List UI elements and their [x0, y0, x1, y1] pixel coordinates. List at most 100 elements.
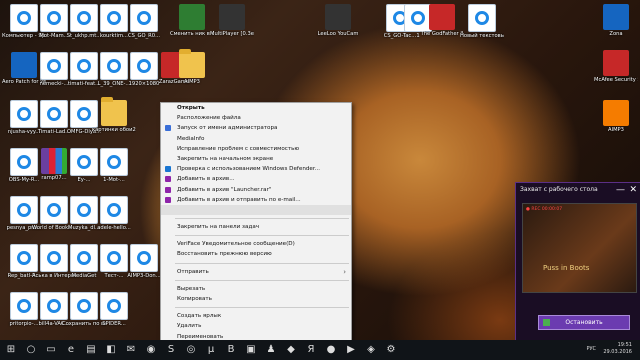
- desktop-icon[interactable]: The GodFather II: [420, 4, 464, 37]
- stop-button-label: Остановить: [565, 319, 603, 326]
- desktop-icon[interactable]: AIMP3: [170, 49, 214, 85]
- context-menu-item-label: Добавить в архив и отправить по e-mail..…: [177, 196, 301, 203]
- context-menu-item-label: Добавить в архив...: [177, 176, 235, 183]
- explorer-icon[interactable]: ▤: [84, 343, 98, 357]
- context-menu-item-label: VeriFace Уведомительное сообщение(D): [177, 241, 295, 248]
- desktop-icon[interactable]: McAfee Security Sc...: [594, 50, 638, 83]
- store-icon[interactable]: ◧: [104, 343, 118, 357]
- context-menu-item[interactable]: Восстановить прежнюю версию: [161, 249, 351, 259]
- context-menu-item[interactable]: Исправление проблем с совместимостью: [161, 144, 351, 154]
- context-menu-item[interactable]: MediaInfo: [161, 134, 351, 144]
- capture-preview: ● REC 00:00:07 Puss in Boots: [522, 203, 637, 293]
- context-menu-item-label: Закрепить на панели задач: [177, 224, 260, 231]
- context-menu-item[interactable]: Закрепить на панели задач: [161, 222, 351, 232]
- context-menu-item[interactable]: Закрепить на начальном экране: [161, 154, 351, 164]
- context-menu-item[interactable]: [161, 204, 351, 216]
- utorrent-icon[interactable]: µ: [204, 343, 218, 357]
- file-icon: [130, 244, 158, 272]
- chevron-right-icon: ›: [343, 267, 346, 276]
- menu-separator: [175, 279, 349, 281]
- desktop-icon[interactable]: AIMP3: [594, 100, 638, 133]
- app-icon[interactable]: ◆: [284, 343, 298, 357]
- skype-icon[interactable]: S: [164, 343, 178, 357]
- desktop-icon-label: SPIDER...: [102, 321, 126, 327]
- record-icon[interactable]: ●: [324, 343, 338, 357]
- mail-icon[interactable]: ✉: [124, 343, 138, 357]
- context-menu-item[interactable]: Добавить в архив "Launcher.rar": [161, 185, 351, 195]
- start-icon[interactable]: ⊞: [4, 343, 18, 357]
- menu-separator: [175, 262, 349, 264]
- yandex-icon[interactable]: Я: [304, 343, 318, 357]
- desktop-icon-label: MultiPlayer [0.3e]: [210, 31, 254, 37]
- context-menu-item-label: Вырезать: [177, 285, 206, 292]
- desktop-icon-label: AIMP3: [184, 79, 200, 85]
- context-menu-item[interactable]: Добавить в архив...: [161, 174, 351, 184]
- context-menu-item[interactable]: Отправить ›: [161, 267, 351, 277]
- context-menu-item[interactable]: Удалить: [161, 321, 351, 331]
- stop-icon: [543, 319, 550, 326]
- context-menu-item[interactable]: Вырезать: [161, 284, 351, 294]
- desktop-icon[interactable]: adele-hello...: [92, 196, 136, 231]
- context-menu-item-label: Исправление проблем с совместимостью: [177, 145, 300, 152]
- clock[interactable]: 19:51 29.03.2016: [603, 342, 632, 356]
- edge-icon[interactable]: e: [64, 343, 78, 357]
- desktop-icon[interactable]: Zona: [594, 4, 638, 37]
- minimize-icon[interactable]: —: [616, 183, 625, 197]
- context-menu-item[interactable]: Запуск от имени администратора: [161, 123, 351, 133]
- desktop-icon-label: Новый текстовый...: [460, 33, 504, 39]
- firefox-icon[interactable]: ◉: [144, 343, 158, 357]
- clock-time: 19:51: [617, 342, 632, 348]
- desktop-icon[interactable]: картинки обои2...: [92, 97, 136, 133]
- desktop-icon[interactable]: MultiPlayer [0.3e]: [210, 4, 254, 37]
- vk-icon[interactable]: В: [224, 343, 238, 357]
- desktop-icon[interactable]: LeeLoo YouCam: [316, 4, 360, 37]
- context-menu-item[interactable]: Копировать: [161, 294, 351, 304]
- search-icon[interactable]: ○: [24, 343, 38, 357]
- desktop-icon-label: 1-Mot-...: [103, 177, 125, 183]
- steam-icon[interactable]: ⚙: [384, 343, 398, 357]
- taskbar: ⊞ ○ ▭ e ▤ ◧ ✉ ◉ S ◎ µ В ▣ ♟ ◆ Я ● ▶ ◈ ⚙ …: [0, 340, 640, 360]
- folder-icon: [101, 97, 127, 126]
- archive-icon: [165, 186, 171, 193]
- desktop-icon-label: adele-hello...: [97, 225, 131, 231]
- game-icon[interactable]: ♟: [264, 343, 278, 357]
- desktop-icon-label: McAfee Security Sc...: [594, 77, 638, 83]
- context-menu-item[interactable]: VeriFace Уведомительное сообщение(D): [161, 239, 351, 249]
- context-menu-item[interactable]: Проверка с использованием Windows Defend…: [161, 164, 351, 174]
- context-menu-item[interactable]: Создать ярлык: [161, 311, 351, 321]
- context-menu-item-label: Отправить: [177, 268, 209, 275]
- task-view-icon[interactable]: ▭: [44, 343, 58, 357]
- desktop-icon-label: The GodFather II: [420, 31, 464, 37]
- context-menu-item-label: Копировать: [177, 296, 212, 302]
- context-menu-item[interactable]: Расположение файла: [161, 113, 351, 123]
- photo-icon[interactable]: ▣: [244, 343, 258, 357]
- desktop-icon[interactable]: Сменить ник в спец оне...: [170, 4, 214, 37]
- player-icon[interactable]: ▶: [344, 343, 358, 357]
- app-icon: [219, 4, 245, 30]
- context-menu-item-label: Закрепить на начальном экране: [177, 155, 274, 162]
- context-menu-item-label: Проверка с использованием Windows Defend…: [177, 166, 320, 173]
- close-icon[interactable]: ✕: [629, 183, 637, 197]
- language-indicator[interactable]: РУС: [586, 346, 596, 352]
- desktop-icon[interactable]: Новый текстовый...: [460, 4, 504, 39]
- desktop-icon[interactable]: 1-Mot-...: [92, 148, 136, 183]
- context-menu-item[interactable]: Добавить в архив и отправить по e-mail..…: [161, 195, 351, 205]
- app-icon: [603, 50, 629, 76]
- capture-window-titlebar: Захват с рабочего стола — ✕: [516, 183, 640, 197]
- chat-icon[interactable]: ◈: [364, 343, 378, 357]
- context-menu-item[interactable]: Открыть: [161, 103, 351, 113]
- chrome-icon[interactable]: ◎: [184, 343, 198, 357]
- desktop-icon-label: Zona: [609, 31, 623, 37]
- stop-button[interactable]: Остановить: [538, 315, 630, 330]
- file-icon: [468, 4, 496, 32]
- desktop-icon[interactable]: CS_GO_R0...: [122, 4, 166, 39]
- desktop-icon-label: LeeLoo YouCam: [317, 31, 359, 37]
- capture-window-title: Захват с рабочего стола: [520, 186, 598, 193]
- archive-icon: [165, 176, 171, 183]
- desktop-icon[interactable]: SPIDER...: [92, 292, 136, 327]
- context-menu-item[interactable]: Переименовать: [161, 332, 351, 340]
- file-icon: [130, 4, 158, 32]
- menu-separator: [175, 218, 349, 220]
- desktop-icon-label: картинки обои2...: [92, 127, 136, 133]
- context-menu-item-label: Создать ярлык: [177, 313, 222, 320]
